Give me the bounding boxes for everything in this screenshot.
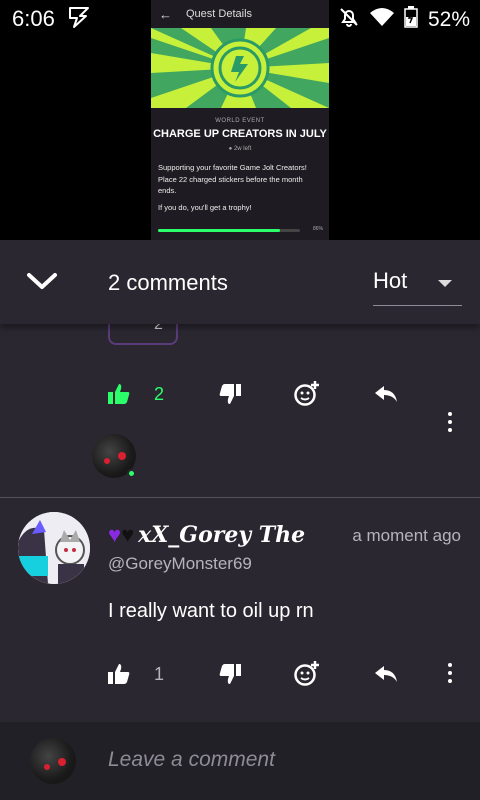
comment-actions: 1: [0, 654, 480, 694]
more-dots-icon: [448, 663, 452, 667]
like-button[interactable]: 1: [108, 654, 164, 694]
more-options-button[interactable]: [444, 663, 456, 685]
thumbs-up-icon: [108, 384, 130, 404]
previous-comment-actions: 2: [0, 374, 480, 414]
quest-header: ← Quest Details: [151, 0, 329, 28]
wifi-icon: [369, 7, 394, 32]
status-time: 6:06: [12, 6, 55, 31]
comment-divider: [0, 497, 480, 498]
thumbs-down-icon: [219, 664, 241, 684]
add-sticker-button[interactable]: [294, 374, 320, 414]
reply-button[interactable]: [374, 654, 398, 694]
battery-icon: [404, 6, 418, 33]
display-name: xX_Gorey The: [138, 522, 306, 548]
black-heart-icon: ♥: [121, 522, 135, 547]
game-jolt-notification-icon: [66, 5, 92, 34]
reply-icon: [375, 666, 397, 682]
thumbs-down-icon: [219, 384, 241, 404]
more-dots-icon: [448, 412, 452, 416]
quest-progress-fill: [158, 229, 281, 232]
purple-heart-icon: ♥: [108, 522, 122, 547]
collapse-comments-button[interactable]: [24, 266, 60, 296]
sticker-add-icon: [294, 381, 319, 406]
quest-description: Supporting your favorite Game Jolt Creat…: [158, 163, 307, 195]
back-arrow-icon[interactable]: ←: [159, 7, 172, 22]
quest-header-title: Quest Details: [186, 8, 253, 20]
comment-username[interactable]: @GoreyMonster69: [108, 554, 252, 574]
reply-button[interactable]: [374, 374, 398, 414]
comment-timestamp[interactable]: a moment ago: [352, 526, 461, 546]
dislike-button[interactable]: [219, 374, 241, 414]
comments-header: 2 comments Hot: [0, 240, 480, 324]
reply-icon: [375, 386, 397, 402]
comment-body: I really want to oil up rn: [108, 600, 314, 622]
comment-author-avatar[interactable]: [18, 512, 90, 584]
like-count: 2: [154, 383, 165, 404]
comment-author-name[interactable]: ♥ ♥ xX_Gorey The: [108, 522, 305, 548]
comments-panel: 2 comments Hot 2 2 ♥ ♥ xX_Gorey The a mo…: [0, 240, 480, 800]
quest-banner: [151, 28, 329, 108]
comment-compose-bar: Leave a comment: [0, 722, 480, 800]
current-user-avatar: [30, 738, 76, 784]
quest-progress-bar: [158, 229, 300, 232]
sticker-add-icon: [294, 661, 319, 686]
notifications-off-icon: [338, 6, 360, 33]
online-indicator: [127, 469, 136, 478]
more-options-button[interactable]: [444, 412, 456, 434]
quest-progress-label: 86%: [312, 226, 323, 232]
sort-dropdown[interactable]: Hot: [373, 266, 462, 306]
quest-title: CHARGE UP CREATORS IN JULY: [153, 128, 327, 140]
quest-banner-art: [151, 28, 329, 108]
quest-event-type: WORLD EVENT: [215, 118, 265, 124]
like-button[interactable]: 2: [108, 374, 164, 414]
dislike-button[interactable]: [219, 654, 241, 694]
dropdown-arrow-icon: [438, 280, 452, 287]
avatar-art: [18, 512, 90, 584]
quest-time-left: ● 2w left: [151, 146, 329, 152]
quest-details-preview: ← Quest Details WORLD EVENT CHARGE UP CR…: [151, 0, 329, 240]
quest-time-left-text: 2w left: [233, 146, 252, 152]
sort-selected-value: Hot: [373, 268, 408, 293]
comment-input[interactable]: Leave a comment: [108, 748, 448, 772]
like-count: 1: [154, 663, 165, 684]
comment-count: 2 comments: [108, 270, 228, 295]
clock-icon: ●: [228, 146, 233, 152]
chevron-down-icon: [27, 273, 57, 289]
battery-percentage: 52%: [427, 7, 470, 31]
thumbs-up-icon: [108, 664, 130, 684]
quest-reward: If you do, you'll get a trophy!: [158, 202, 252, 212]
add-sticker-button[interactable]: [294, 654, 320, 694]
